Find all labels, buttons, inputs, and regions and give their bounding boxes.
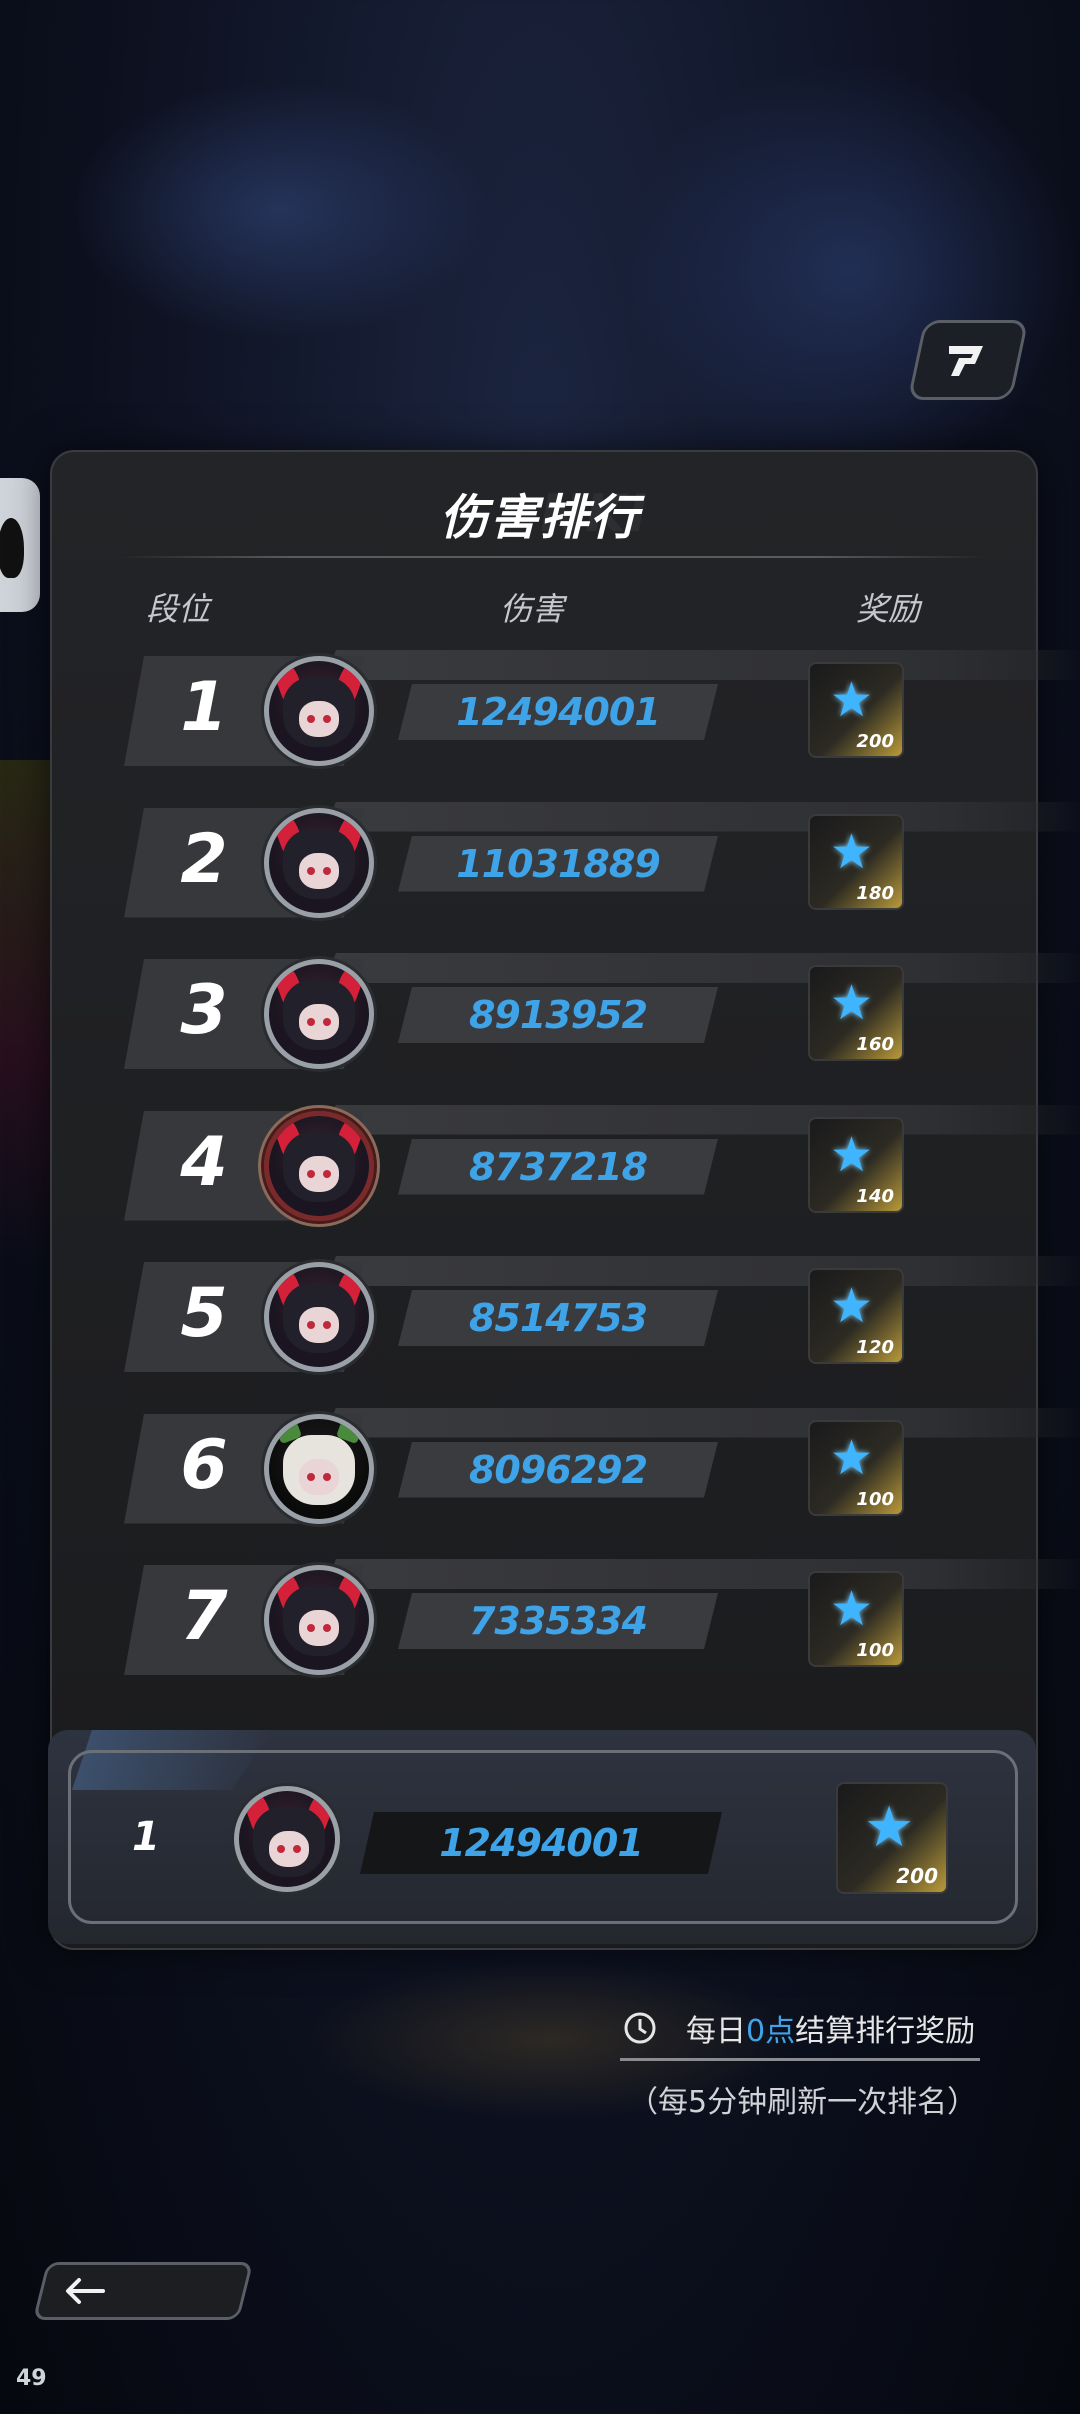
reward-amount: 200 <box>856 731 894 752</box>
ranking-row: 4 8737218 ★ 140 <box>124 1104 1080 1221</box>
player-avatar[interactable] <box>264 1413 374 1524</box>
blue-star-icon: ★ <box>830 1581 874 1637</box>
background-blur <box>70 80 490 340</box>
row-strip <box>324 801 1080 832</box>
row-strip <box>324 1104 1080 1135</box>
reward-amount: 140 <box>856 1185 894 1207</box>
ranking-row: 5 8514753 ★ 120 <box>124 1256 1080 1372</box>
share-button[interactable] <box>907 320 1029 400</box>
rank-number: 6 <box>180 1425 228 1505</box>
divider <box>118 556 988 558</box>
row-strip <box>324 650 1080 680</box>
player-avatar[interactable] <box>264 807 374 918</box>
player-avatar[interactable] <box>264 959 374 1069</box>
reward-amount: 100 <box>856 1640 894 1661</box>
damage-value: 11031889 <box>398 836 718 892</box>
player-avatar[interactable] <box>264 1565 374 1675</box>
reward-amount: 180 <box>856 882 894 904</box>
rank-number: 4 <box>180 1122 228 1202</box>
blue-star-icon: ★ <box>830 672 874 728</box>
column-header-damage: 伤害 <box>500 590 565 628</box>
reward-item[interactable]: ★ 120 <box>808 1268 904 1364</box>
row-strip <box>324 1407 1080 1438</box>
rank-number: 1 <box>180 668 228 747</box>
my-rank-row: 1 12494001 ★ 200 <box>48 1730 1036 1944</box>
reward-amount: 160 <box>856 1034 894 1055</box>
damage-value: 8514753 <box>398 1290 718 1346</box>
share-icon <box>949 346 983 376</box>
my-reward-amount: 200 <box>896 1864 938 1888</box>
reward-item[interactable]: ★ 160 <box>808 965 904 1061</box>
back-button[interactable] <box>32 2262 254 2320</box>
blue-star-icon: ★ <box>830 1126 874 1183</box>
reward-item[interactable]: ★ 200 <box>808 662 904 758</box>
ranking-row: 2 11031889 ★ 180 <box>124 801 1080 918</box>
reward-item[interactable]: ★ 180 <box>808 813 904 910</box>
settlement-info: 每日 0点 结算排行奖励 （每5分钟刷新一次排名） <box>620 2006 980 2121</box>
rank-number: 7 <box>180 1577 228 1656</box>
column-header-reward: 奖励 <box>856 590 921 628</box>
ranking-row: 3 8913952 ★ 160 <box>124 953 1080 1069</box>
row-strip <box>324 1256 1080 1286</box>
reward-amount: 120 <box>856 1337 894 1358</box>
arrow-left-icon <box>66 2278 105 2304</box>
reward-item[interactable]: ★ 100 <box>808 1419 904 1516</box>
info-prefix: 每日 <box>686 2014 746 2049</box>
blue-star-icon: ★ <box>830 975 874 1031</box>
damage-value: 8913952 <box>398 987 718 1043</box>
reward-amount: 100 <box>856 1488 894 1510</box>
my-damage-value: 12494001 <box>360 1812 722 1874</box>
clock-icon <box>624 2012 656 2044</box>
player-avatar[interactable] <box>264 1262 374 1372</box>
background-blur <box>620 60 1080 480</box>
page-title: 伤害排行 <box>439 490 640 546</box>
column-header-rank: 段位 <box>146 590 211 628</box>
blue-star-icon: ★ <box>830 1429 874 1486</box>
row-strip <box>324 953 1080 983</box>
info-highlight: 0点 <box>746 2014 796 2049</box>
blue-star-icon: ★ <box>830 1278 874 1334</box>
fps-counter: 49 <box>16 2366 47 2391</box>
player-avatar[interactable] <box>264 1110 374 1221</box>
damage-value: 8096292 <box>398 1442 718 1498</box>
my-reward-item[interactable]: ★ 200 <box>836 1782 948 1894</box>
reward-item[interactable]: ★ 140 <box>808 1116 904 1213</box>
rank-number: 3 <box>180 971 228 1050</box>
damage-value: 7335334 <box>398 1593 718 1649</box>
blue-star-icon: ★ <box>864 1795 915 1860</box>
refresh-note: （每5分钟刷新一次排名） <box>628 2085 978 2120</box>
my-avatar[interactable] <box>234 1786 340 1892</box>
rank-number: 5 <box>180 1274 228 1353</box>
blue-star-icon: ★ <box>830 823 874 880</box>
ranking-row: 1 12494001 ★ 200 <box>124 650 1080 766</box>
player-avatar[interactable] <box>264 656 374 766</box>
ranking-row: 7 7335334 ★ 100 <box>124 1559 1080 1675</box>
ranking-row: 6 8096292 ★ 100 <box>124 1407 1080 1524</box>
row-strip <box>324 1559 1080 1589</box>
rank-number: 2 <box>180 819 228 899</box>
my-rank-number: 1 <box>132 1814 160 1860</box>
info-suffix: 结算排行奖励 <box>795 2014 976 2049</box>
damage-value: 8737218 <box>398 1139 718 1195</box>
reward-item[interactable]: ★ 100 <box>808 1571 904 1667</box>
damage-value: 12494001 <box>398 684 718 740</box>
